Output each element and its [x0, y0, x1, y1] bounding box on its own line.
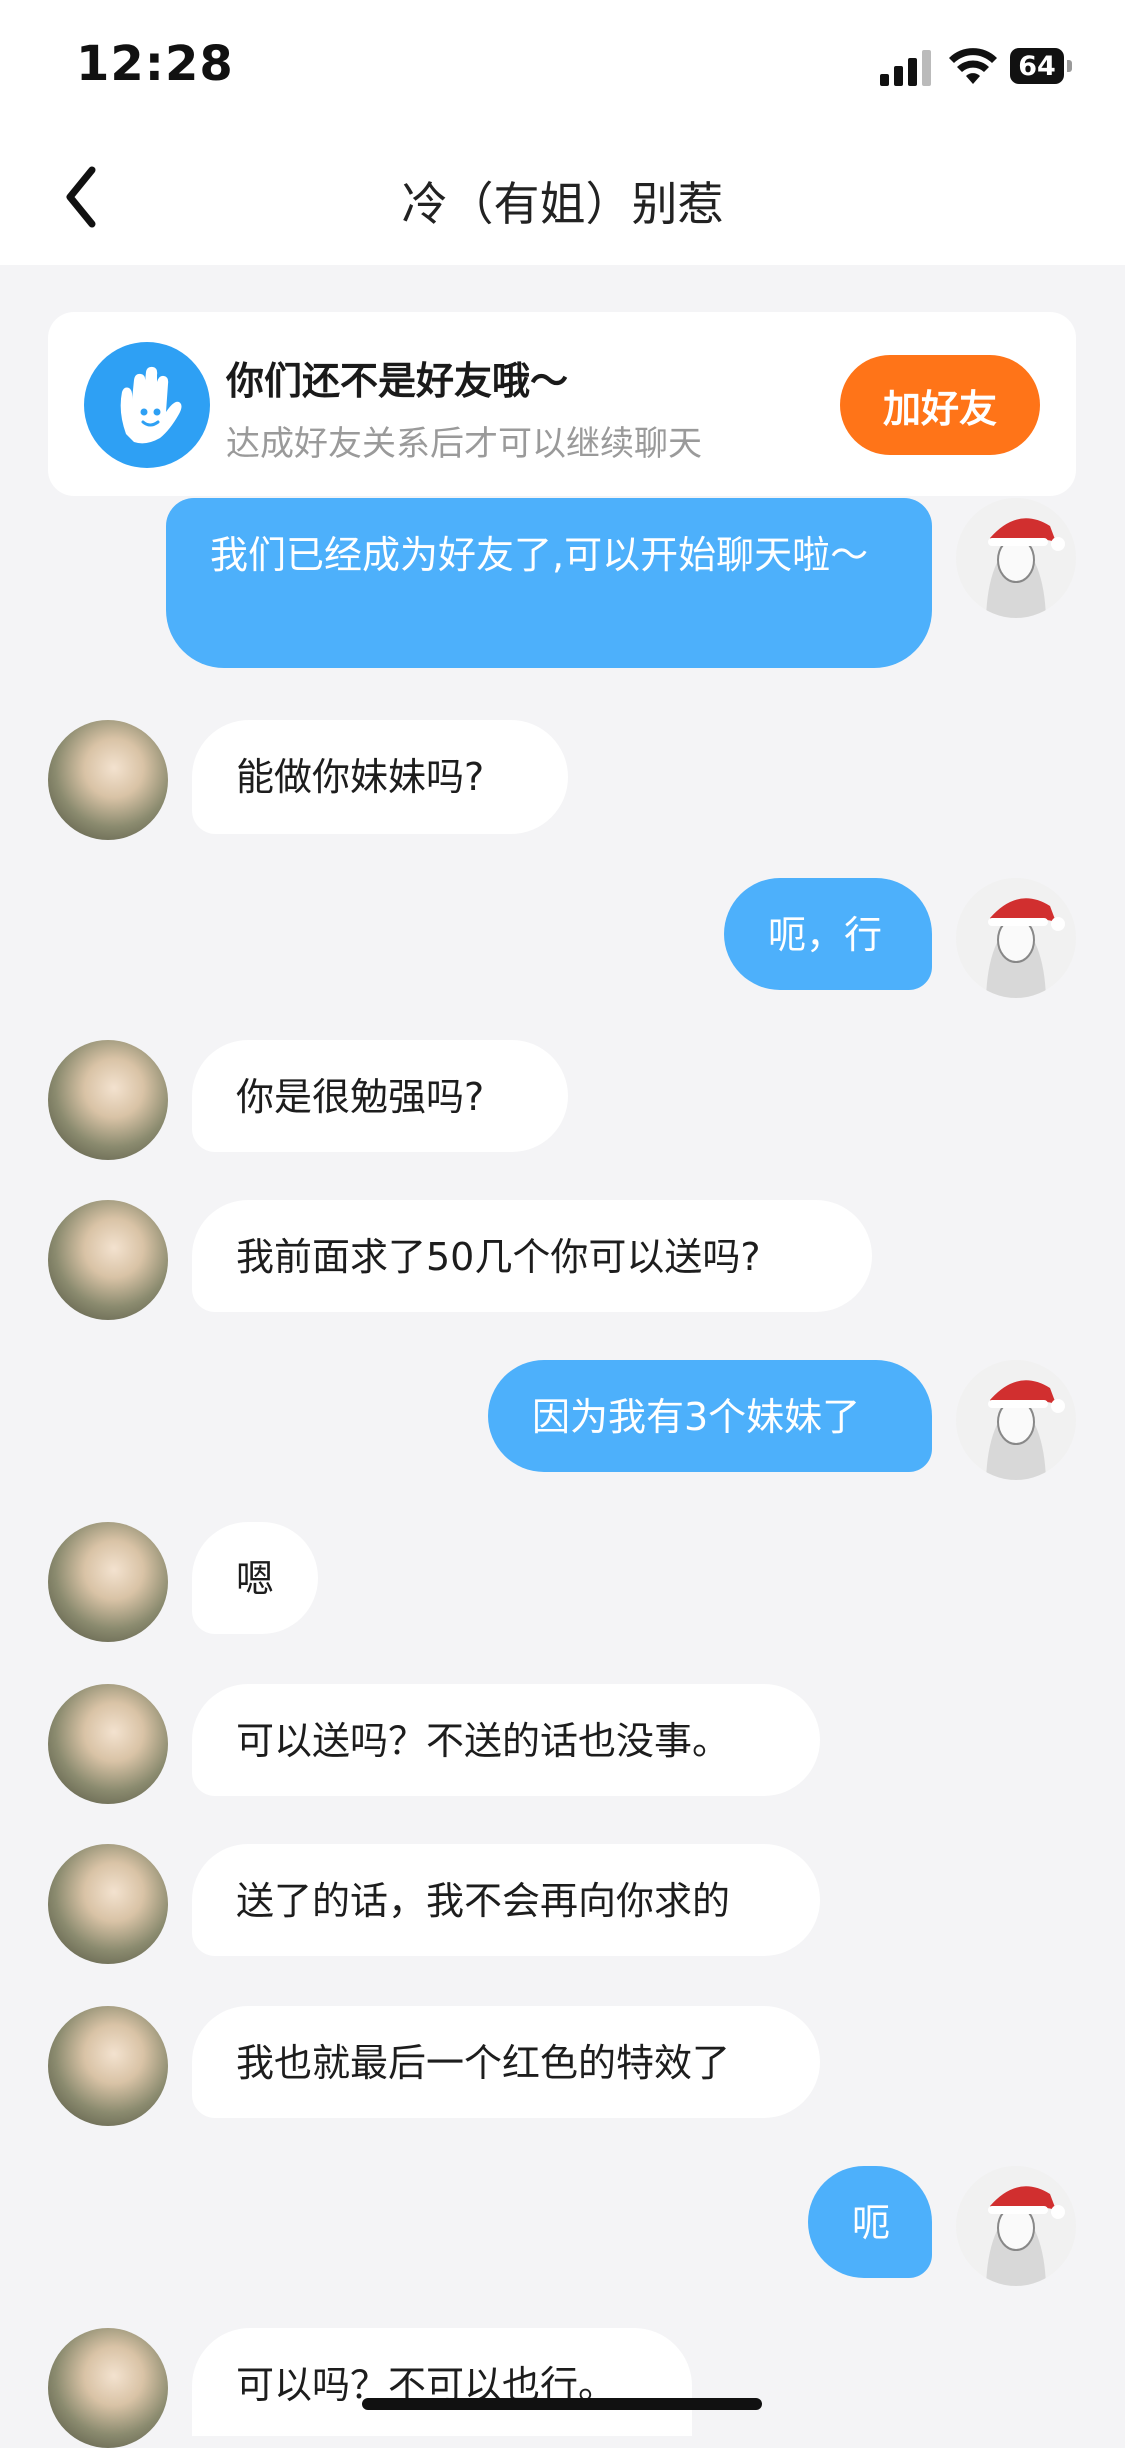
contact-avatar[interactable] [48, 1040, 168, 1160]
message-text: 可以送吗？不送的话也没事。 [236, 1719, 731, 1763]
contact-avatar[interactable] [48, 1684, 168, 1804]
wave-hand-icon [84, 342, 210, 468]
my-avatar[interactable] [956, 2166, 1076, 2286]
message-text: 我也就最后一个红色的特效了 [236, 2041, 731, 2085]
message-bubble-incoming[interactable]: 能做你妹妹吗? [192, 720, 568, 834]
message-text: 因为我有3个妹妹了 [532, 1395, 861, 1439]
back-arrow-icon[interactable] [58, 162, 108, 232]
message-text: 送了的话，我不会再向你求的 [236, 1879, 731, 1923]
message-text: 呃 [852, 2201, 891, 2245]
message-bubble-incoming[interactable]: 我前面求了50几个你可以送吗? [192, 1200, 872, 1312]
my-avatar[interactable] [956, 878, 1076, 998]
status-time: 12:28 [76, 36, 234, 92]
battery-level: 64 [1010, 48, 1064, 84]
message-bubble-incoming[interactable]: 可以吗？不可以也行。 [192, 2328, 692, 2436]
contact-avatar[interactable] [48, 1844, 168, 1964]
home-indicator[interactable] [362, 2398, 762, 2410]
not-friends-banner: 你们还不是好友哦～ 达成好友关系后才可以继续聊天 加好友 [48, 312, 1076, 496]
message-bubble-outgoing[interactable]: 呃 [808, 2166, 932, 2278]
contact-avatar[interactable] [48, 2328, 168, 2448]
contact-avatar[interactable] [48, 2006, 168, 2126]
chat-title: 冷（有姐）别惹 [401, 177, 724, 231]
add-friend-button[interactable]: 加好友 [840, 355, 1040, 455]
message-bubble-outgoing[interactable]: 因为我有3个妹妹了 [488, 1360, 932, 1472]
message-bubble-incoming[interactable]: 嗯 [192, 1522, 318, 1634]
banner-title: 你们还不是好友哦～ [226, 359, 569, 403]
message-text: 你是很勉强吗? [236, 1075, 485, 1119]
message-bubble-incoming[interactable]: 送了的话，我不会再向你求的 [192, 1844, 820, 1956]
message-bubble-outgoing[interactable]: 呃，行 [724, 878, 932, 990]
contact-avatar[interactable] [48, 720, 168, 840]
message-text: 嗯 [236, 1557, 275, 1601]
cellular-signal-icon [880, 50, 931, 86]
wifi-icon [949, 48, 997, 84]
battery-icon: 64 [1010, 48, 1072, 86]
nav-bar: 冷（有姐）别惹 [0, 130, 1125, 265]
my-avatar[interactable] [956, 1360, 1076, 1480]
message-text: 呃，行 [768, 913, 883, 957]
banner-subtitle: 达成好友关系后才可以继续聊天 [226, 424, 702, 464]
contact-avatar[interactable] [48, 1200, 168, 1320]
status-bar: 12:28 64 [0, 0, 1125, 130]
message-text: 能做你妹妹吗? [236, 755, 485, 799]
message-bubble-incoming[interactable]: 可以送吗？不送的话也没事。 [192, 1684, 820, 1796]
contact-avatar[interactable] [48, 1522, 168, 1642]
message-text: 我们已经成为好友了,可以开始聊天啦～ [210, 533, 869, 577]
message-bubble-outgoing[interactable]: 我们已经成为好友了,可以开始聊天啦～ [166, 498, 932, 668]
message-bubble-incoming[interactable]: 我也就最后一个红色的特效了 [192, 2006, 820, 2118]
message-bubble-incoming[interactable]: 你是很勉强吗? [192, 1040, 568, 1152]
my-avatar[interactable] [956, 498, 1076, 618]
message-text: 我前面求了50几个你可以送吗? [236, 1235, 761, 1279]
